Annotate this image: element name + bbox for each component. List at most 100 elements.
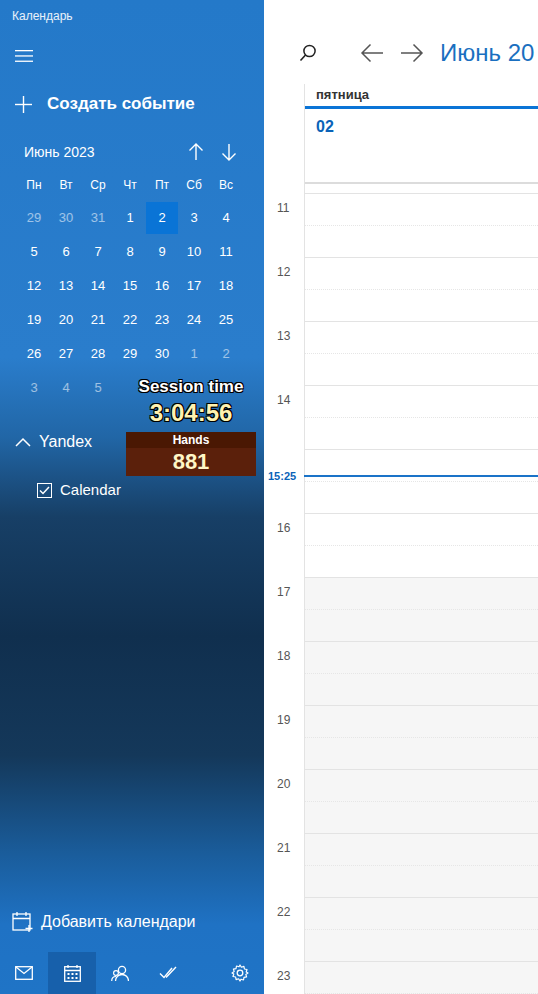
day-cell[interactable]: 18 bbox=[210, 269, 242, 303]
hour-slot[interactable] bbox=[304, 184, 538, 194]
session-overlay[interactable]: Session time3:04:56Hands881 bbox=[126, 376, 256, 476]
day-number[interactable]: 24 bbox=[178, 304, 210, 336]
mail-icon[interactable] bbox=[14, 963, 34, 983]
day-number[interactable]: 2 bbox=[146, 202, 178, 234]
calendar-checkbox[interactable] bbox=[37, 483, 52, 498]
day-cell[interactable]: 7 bbox=[82, 235, 114, 269]
hour-slot[interactable] bbox=[304, 706, 538, 770]
day-number[interactable]: 8 bbox=[114, 236, 146, 268]
day-cell[interactable]: 30 bbox=[50, 201, 82, 235]
day-cell[interactable]: 29 bbox=[114, 337, 146, 371]
arrow-down-icon[interactable] bbox=[220, 143, 238, 161]
day-number[interactable]: 5 bbox=[18, 236, 50, 268]
nav-button[interactable] bbox=[0, 952, 48, 994]
todo-icon[interactable] bbox=[158, 963, 178, 983]
day-number[interactable]: 12 bbox=[18, 270, 50, 302]
day-cell[interactable]: 8 bbox=[114, 235, 146, 269]
day-number[interactable]: 1 bbox=[114, 202, 146, 234]
day-number[interactable]: 29 bbox=[114, 338, 146, 370]
day-number[interactable]: 16 bbox=[146, 270, 178, 302]
day-cell[interactable]: 20 bbox=[50, 303, 82, 337]
hour-slot[interactable] bbox=[304, 578, 538, 642]
nav-button[interactable] bbox=[216, 952, 264, 994]
day-cell[interactable]: 26 bbox=[18, 337, 50, 371]
day-number[interactable]: 29 bbox=[18, 202, 50, 234]
day-number[interactable]: 23 bbox=[146, 304, 178, 336]
day-number[interactable]: 18 bbox=[210, 270, 242, 302]
day-cell[interactable]: 21 bbox=[82, 303, 114, 337]
hour-slot[interactable] bbox=[304, 642, 538, 706]
add-calendars-button[interactable]: Добавить календари bbox=[0, 900, 264, 944]
people-icon[interactable] bbox=[110, 963, 130, 983]
day-cell[interactable]: 12 bbox=[18, 269, 50, 303]
day-number[interactable]: 20 bbox=[50, 304, 82, 336]
day-cell[interactable]: 19 bbox=[18, 303, 50, 337]
day-number[interactable]: 27 bbox=[50, 338, 82, 370]
arrow-left-icon[interactable] bbox=[360, 41, 384, 65]
day-cell[interactable]: 10 bbox=[178, 235, 210, 269]
day-cell[interactable]: 17 bbox=[178, 269, 210, 303]
calendar-icon[interactable] bbox=[62, 963, 82, 983]
day-cell[interactable]: 11 bbox=[210, 235, 242, 269]
day-cell[interactable]: 5 bbox=[18, 235, 50, 269]
day-cell[interactable]: 29 bbox=[18, 201, 50, 235]
day-number[interactable]: 13 bbox=[50, 270, 82, 302]
day-cell[interactable]: 2 bbox=[146, 201, 178, 235]
day-number[interactable]: 31 bbox=[82, 202, 114, 234]
day-number[interactable]: 30 bbox=[146, 338, 178, 370]
day-number[interactable]: 10 bbox=[178, 236, 210, 268]
nav-button[interactable] bbox=[48, 952, 96, 994]
add-calendars-label[interactable]: Добавить календари bbox=[41, 910, 196, 934]
day-cell[interactable]: 28 bbox=[82, 337, 114, 371]
day-number[interactable]: 1 bbox=[178, 338, 210, 370]
day-number[interactable]: 9 bbox=[146, 236, 178, 268]
account-name[interactable]: Yandex bbox=[39, 430, 92, 454]
view-title[interactable]: Июнь 20 bbox=[440, 38, 534, 68]
hour-slot[interactable] bbox=[304, 258, 538, 322]
day-cell[interactable]: 25 bbox=[210, 303, 242, 337]
day-cell[interactable]: 23 bbox=[146, 303, 178, 337]
day-number[interactable]: 2 bbox=[210, 338, 242, 370]
day-number[interactable]: 4 bbox=[50, 372, 82, 404]
day-cell[interactable]: 27 bbox=[50, 337, 82, 371]
day-cell[interactable]: 2 bbox=[210, 337, 242, 371]
day-number[interactable]: 25 bbox=[210, 304, 242, 336]
day-number[interactable]: 15 bbox=[114, 270, 146, 302]
settings-icon[interactable] bbox=[230, 963, 250, 983]
hour-slot[interactable] bbox=[304, 834, 538, 898]
day-cell[interactable]: 24 bbox=[178, 303, 210, 337]
day-cell[interactable]: 5 bbox=[82, 371, 114, 405]
new-event-button[interactable]: Создать событие bbox=[0, 80, 264, 128]
calendar-row[interactable]: Calendar bbox=[0, 470, 264, 510]
day-number[interactable]: 30 bbox=[50, 202, 82, 234]
hour-slot[interactable] bbox=[304, 962, 538, 994]
day-cell[interactable]: 16 bbox=[146, 269, 178, 303]
arrow-up-icon[interactable] bbox=[187, 143, 205, 161]
day-number[interactable]: 11 bbox=[210, 236, 242, 268]
day-number[interactable]: 21 bbox=[82, 304, 114, 336]
day-number[interactable]: 7 bbox=[82, 236, 114, 268]
day-cell[interactable]: 9 bbox=[146, 235, 178, 269]
hour-slot[interactable] bbox=[304, 898, 538, 962]
day-cell[interactable]: 31 bbox=[82, 201, 114, 235]
hamburger-icon[interactable] bbox=[15, 47, 33, 65]
day-number[interactable]: 5 bbox=[82, 372, 114, 404]
chevron-icon[interactable] bbox=[15, 434, 31, 450]
arrow-right-icon[interactable] bbox=[400, 41, 424, 65]
hour-slot[interactable] bbox=[304, 194, 538, 258]
day-cell[interactable]: 15 bbox=[114, 269, 146, 303]
day-number[interactable]: 28 bbox=[82, 338, 114, 370]
day-cell[interactable]: 1 bbox=[178, 337, 210, 371]
day-cell[interactable]: 3 bbox=[178, 201, 210, 235]
search-icon[interactable] bbox=[299, 44, 317, 62]
day-number[interactable]: 14 bbox=[82, 270, 114, 302]
day-cell[interactable]: 3 bbox=[18, 371, 50, 405]
day-cell[interactable]: 13 bbox=[50, 269, 82, 303]
date-heading[interactable]: 02 bbox=[305, 109, 538, 182]
day-number[interactable]: 6 bbox=[50, 236, 82, 268]
day-cell[interactable]: 4 bbox=[50, 371, 82, 405]
day-number[interactable]: 22 bbox=[114, 304, 146, 336]
day-number[interactable]: 19 bbox=[18, 304, 50, 336]
day-number[interactable]: 26 bbox=[18, 338, 50, 370]
nav-button[interactable] bbox=[144, 952, 192, 994]
